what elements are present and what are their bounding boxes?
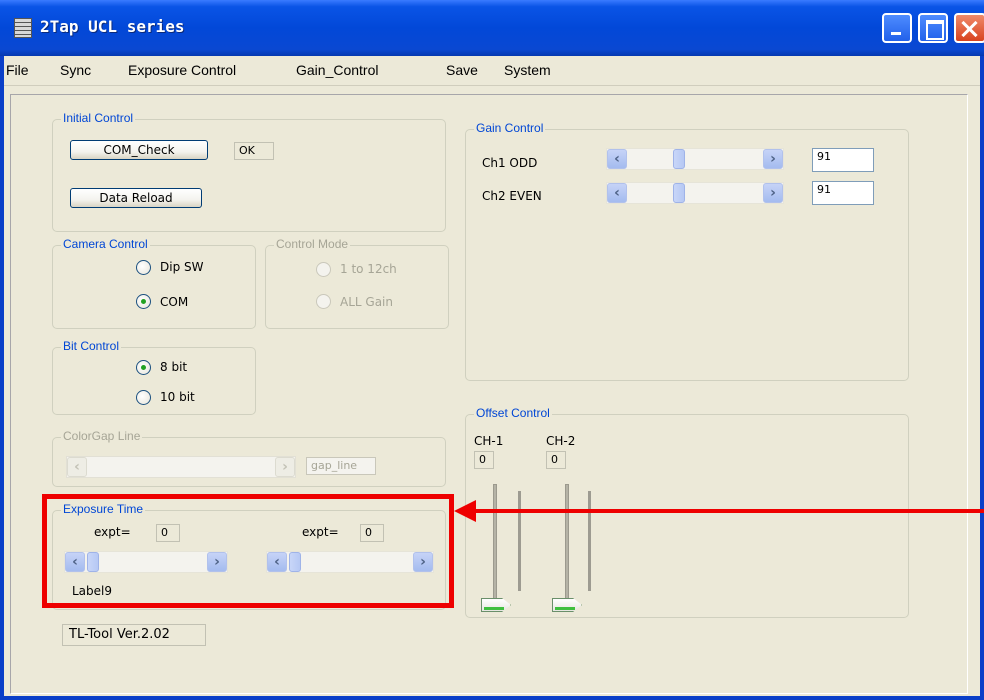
initial-control-group: Initial Control (52, 111, 446, 232)
offset-ch1-label: CH-1 (474, 434, 504, 448)
gain-ch1-inc-arrow-icon[interactable]: › (763, 149, 783, 169)
gain-ch2-thumb[interactable] (673, 183, 685, 203)
offset-ch1-tick-bar (518, 491, 521, 591)
offset-ch2-tick-bar (588, 491, 591, 591)
offset-ch2-value: 0 (546, 451, 566, 469)
camera-control-legend: Camera Control (61, 237, 150, 251)
gain-ch2-inc-arrow-icon[interactable]: › (763, 183, 783, 203)
control-mode-group: Control Mode (265, 237, 449, 329)
version-label: TL-Tool Ver.2.02 (62, 624, 206, 646)
control-mode-legend: Control Mode (274, 237, 351, 251)
menu-sync[interactable]: Sync (60, 62, 91, 78)
offset-ch2-label: CH-2 (546, 434, 576, 448)
menu-system[interactable]: System (504, 62, 551, 78)
annotation-arrow-icon (454, 500, 476, 522)
gain-ch1-dec-arrow-icon[interactable]: ‹ (607, 149, 627, 169)
com-label: COM (160, 295, 189, 309)
minimize-button[interactable] (882, 13, 912, 43)
window-title: 2Tap UCL series (40, 17, 185, 36)
colorgap-left-arrow-icon: ‹ (67, 457, 87, 477)
menu-exposure-control[interactable]: Exposure Control (128, 62, 236, 78)
8-bit-label: 8 bit (160, 360, 188, 374)
colorgap-right-arrow-icon: › (275, 457, 295, 477)
menu-file[interactable]: File (6, 62, 29, 78)
radio-1-to-12ch (316, 262, 331, 277)
radio-com[interactable] (136, 294, 151, 309)
bit-control-legend: Bit Control (61, 339, 122, 353)
offset-ch1-slider-track[interactable] (493, 484, 497, 602)
1-to-12ch-label: 1 to 12ch (340, 262, 397, 276)
data-reload-button[interactable]: Data Reload (70, 188, 202, 208)
gain-control-legend: Gain Control (474, 121, 546, 135)
camera-control-group: Camera Control (52, 237, 256, 329)
radio-all-gain (316, 294, 331, 309)
bit-control-group: Bit Control (52, 339, 256, 415)
offset-control-group: Offset Control (465, 406, 909, 618)
colorgap-value: gap_line (306, 457, 376, 475)
offset-ch1-value: 0 (474, 451, 494, 469)
offset-ch2-slider-track[interactable] (565, 484, 569, 602)
gain-ch2-dec-arrow-icon[interactable]: ‹ (607, 183, 627, 203)
gain-ch1-value-field[interactable]: 91 (812, 148, 874, 172)
app-icon (14, 18, 32, 38)
initial-control-legend: Initial Control (61, 111, 136, 125)
menu-bar: File Sync Exposure Control Gain_Control … (4, 56, 980, 86)
colorgap-legend: ColorGap Line (61, 429, 143, 443)
radio-8-bit[interactable] (136, 360, 151, 375)
menu-save[interactable]: Save (446, 62, 478, 78)
com-check-button[interactable]: COM_Check (70, 140, 208, 160)
radio-dip-sw[interactable] (136, 260, 151, 275)
close-button[interactable] (954, 13, 984, 43)
maximize-button[interactable] (918, 13, 948, 43)
annotation-arrow-line (470, 509, 984, 513)
gain-ch2-value-field[interactable]: 91 (812, 181, 874, 205)
title-bar[interactable]: 2Tap UCL series (0, 0, 984, 56)
menu-gain-control[interactable]: Gain_Control (296, 62, 379, 78)
all-gain-label: ALL Gain (340, 295, 393, 309)
annotation-highlight-box (42, 494, 454, 608)
gain-ch2-scrollbar[interactable]: ‹ › (606, 182, 784, 204)
gain-ch1-thumb[interactable] (673, 149, 685, 169)
offset-control-legend: Offset Control (474, 406, 552, 420)
gain-ch1-label: Ch1 ODD (482, 156, 538, 170)
com-status-display: OK (234, 142, 274, 160)
dip-sw-label: Dip SW (160, 260, 204, 274)
gain-ch1-scrollbar[interactable]: ‹ › (606, 148, 784, 170)
10-bit-label: 10 bit (160, 390, 195, 404)
gain-ch2-label: Ch2 EVEN (482, 189, 542, 203)
colorgap-scrollbar: ‹ › (66, 456, 296, 478)
radio-10-bit[interactable] (136, 390, 151, 405)
